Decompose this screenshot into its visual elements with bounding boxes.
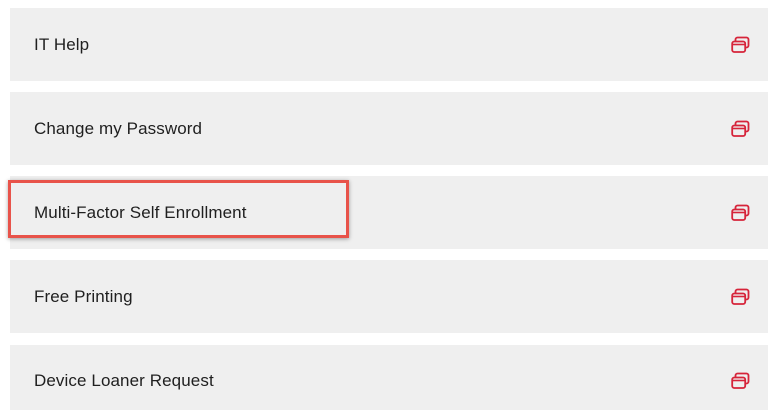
link-it-help[interactable]: IT Help (10, 8, 768, 81)
external-window-icon (731, 120, 750, 137)
link-free-printing[interactable]: Free Printing (10, 260, 768, 333)
quick-links-list: IT Help Change my Password Multi-Factor … (0, 0, 769, 410)
link-label: Change my Password (34, 118, 203, 138)
link-device-loaner-request[interactable]: Device Loaner Request (10, 345, 768, 410)
external-window-icon (731, 36, 750, 53)
external-window-icon (731, 288, 750, 305)
link-mfa-self-enrollment[interactable]: Multi-Factor Self Enrollment (10, 176, 768, 249)
link-label: IT Help (34, 34, 90, 54)
link-change-password[interactable]: Change my Password (10, 92, 768, 165)
external-window-icon (731, 204, 750, 221)
link-label: Free Printing (34, 286, 133, 306)
link-label: Multi-Factor Self Enrollment (34, 202, 247, 222)
link-label: Device Loaner Request (34, 371, 214, 390)
external-window-icon (731, 372, 750, 389)
